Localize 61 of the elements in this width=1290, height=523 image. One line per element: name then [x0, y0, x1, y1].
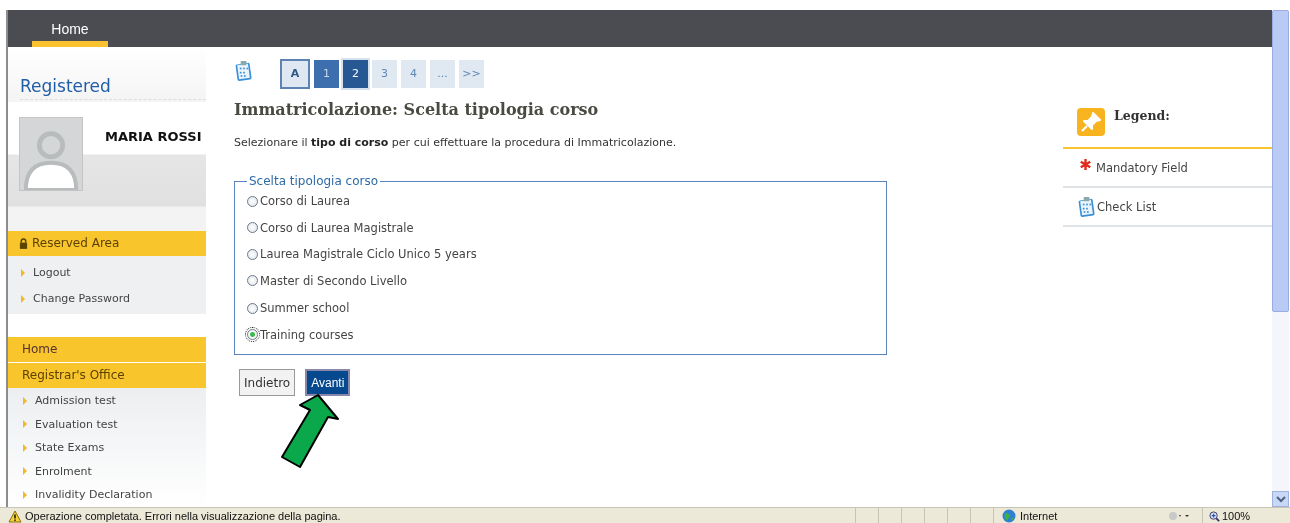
- back-button[interactable]: Indietro: [239, 369, 296, 396]
- menu-item[interactable]: Logout: [8, 260, 206, 286]
- asterisk-icon: [1080, 159, 1091, 170]
- menu-header[interactable]: Home: [8, 337, 206, 362]
- caret-icon: [21, 295, 25, 303]
- zoom-icon: [1209, 510, 1220, 522]
- user-name: MARIA ROSSI: [104, 128, 202, 146]
- caret-icon: [23, 443, 27, 452]
- zoom-level: 100%: [1222, 510, 1251, 522]
- step-tab[interactable]: 2: [343, 60, 368, 88]
- sidebar-title: Registered: [20, 76, 206, 100]
- option-label: Corso di Laurea Magistrale: [260, 220, 414, 235]
- menu-header[interactable]: Registrar's Office: [8, 363, 206, 388]
- lock-icon: [19, 238, 28, 249]
- radio-button[interactable]: [247, 248, 258, 260]
- menu-item[interactable]: Change Password: [8, 286, 206, 312]
- menu-header[interactable]: Reserved Area: [8, 231, 206, 256]
- checklist-icon: [234, 59, 254, 83]
- warning-icon: [8, 509, 22, 523]
- chevron-down-icon: [1275, 495, 1286, 503]
- caret-icon: [23, 420, 27, 429]
- scrollbar[interactable]: [1272, 10, 1289, 507]
- step-tab[interactable]: A: [280, 59, 310, 89]
- legend-title: Legend:: [1114, 108, 1170, 123]
- option-label: Master di Secondo Livello: [260, 273, 407, 288]
- legend-label: Check List: [1097, 199, 1157, 214]
- scroll-down-button[interactable]: [1272, 491, 1289, 507]
- caret-icon: [21, 269, 25, 277]
- description-text: Selezionare il tipo di corso per cui effettuare la procedura di Immatricolazione.: [234, 136, 678, 149]
- globe-icon: [1002, 509, 1016, 523]
- option-label: Corso di Laurea: [260, 194, 350, 209]
- page-title: Immatricolazione: Scelta tipologia corso: [234, 100, 600, 119]
- checklist-icon: [1077, 194, 1097, 219]
- protected-mode-icon[interactable]: [1168, 510, 1190, 522]
- menu-item[interactable]: Enrolment: [8, 459, 206, 483]
- step-tab[interactable]: 1: [314, 60, 339, 88]
- menu-item[interactable]: Invalidity Declaration: [8, 483, 206, 507]
- menu-item[interactable]: Evaluation test: [8, 412, 206, 436]
- caret-icon: [23, 467, 27, 476]
- security-zone: Internet: [1020, 510, 1058, 522]
- caret-icon: [23, 396, 27, 405]
- scroll-thumb[interactable]: [1272, 10, 1289, 312]
- radio-button[interactable]: [247, 329, 258, 341]
- caret-icon: [23, 490, 27, 499]
- option-label: Laurea Magistrale Ciclo Unico 5 years: [260, 247, 477, 262]
- radio-button[interactable]: [247, 302, 258, 314]
- pin-icon: [1077, 107, 1105, 138]
- menu-item[interactable]: Admission test: [8, 389, 206, 413]
- group-legend: Scelta tipologia corso: [247, 174, 381, 188]
- radio-button[interactable]: [247, 195, 258, 207]
- legend-label: Mandatory Field: [1096, 160, 1188, 175]
- option-label: Summer school: [260, 301, 350, 316]
- zoom-control[interactable]: 100%: [1202, 508, 1251, 523]
- next-button[interactable]: Avanti: [305, 369, 351, 396]
- avatar-icon: [19, 117, 83, 191]
- menu-item[interactable]: State Exams: [8, 436, 206, 460]
- radio-button[interactable]: [247, 222, 258, 234]
- radio-button[interactable]: [247, 275, 258, 287]
- status-message: Operazione completata. Errori nella visualizzazione della pagina.: [25, 510, 342, 522]
- option-label: Training courses: [260, 327, 354, 342]
- menu-header-label: Reserved Area: [32, 235, 120, 252]
